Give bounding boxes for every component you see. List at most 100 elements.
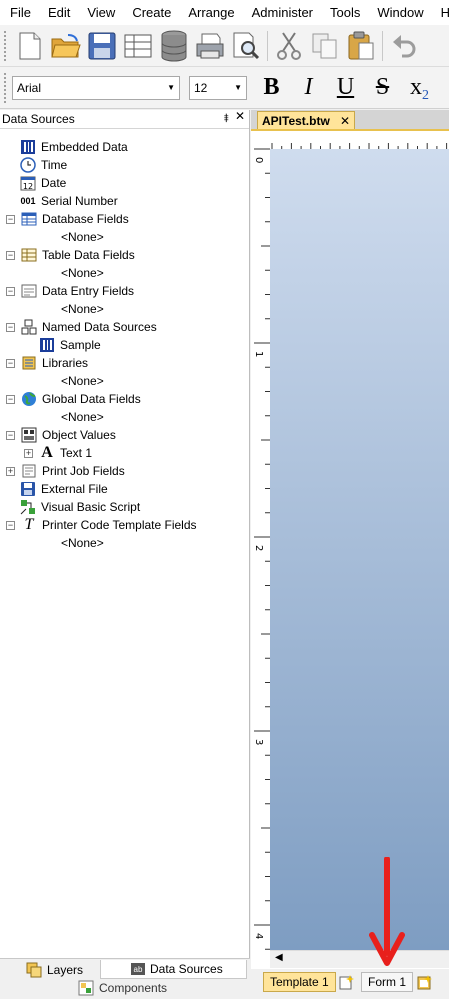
tree-item-print-job-fields[interactable]: + Print Job Fields: [6, 462, 125, 480]
menu-edit[interactable]: Edit: [38, 0, 77, 25]
add-template-icon[interactable]: [335, 972, 357, 992]
print-preview-icon[interactable]: [228, 28, 264, 64]
tab-form-1[interactable]: Form 1: [361, 972, 414, 992]
form-tabs-bar: Template 1 Form 1: [251, 969, 449, 999]
new-document-icon[interactable]: [12, 28, 48, 64]
ruler-label: 0: [254, 157, 264, 163]
tree-item-label: Visual Basic Script: [41, 500, 141, 514]
tree-item-label: Libraries: [42, 356, 89, 370]
tree-item-none[interactable]: <None>: [61, 264, 104, 282]
menu-arrange[interactable]: Arrange: [178, 0, 241, 25]
tree-item-label: Database Fields: [42, 212, 129, 226]
tree-item-label: Named Data Sources: [42, 320, 157, 334]
collapse-icon[interactable]: −: [6, 520, 15, 530]
tree-item-label: Embedded Data: [41, 140, 128, 154]
menu-administer[interactable]: Administer: [242, 0, 320, 25]
tree-item-sample[interactable]: Sample: [39, 336, 101, 354]
add-form-icon[interactable]: [413, 972, 435, 992]
horizontal-ruler: [270, 133, 449, 149]
tab-label: Layers: [47, 963, 84, 977]
tab-data-sources[interactable]: ab Data Sources: [100, 960, 247, 979]
tree-item-embedded-data[interactable]: Embedded Data: [20, 138, 128, 156]
menu-help[interactable]: Help: [431, 0, 449, 25]
collapse-icon[interactable]: −: [6, 286, 15, 296]
underline-button[interactable]: U: [327, 70, 364, 106]
tree-item-label: Object Values: [42, 428, 116, 442]
cut-icon[interactable]: [271, 28, 307, 64]
tree-item-none[interactable]: <None>: [61, 372, 104, 390]
collapse-icon[interactable]: −: [6, 430, 15, 440]
expand-icon[interactable]: +: [24, 448, 33, 458]
collapse-icon[interactable]: −: [6, 250, 15, 260]
page-setup-icon[interactable]: [120, 28, 156, 64]
tree-item-date[interactable]: 12 Date: [20, 174, 66, 192]
tree-item-database-fields[interactable]: − Database Fields: [6, 210, 129, 228]
close-icon[interactable]: ✕: [340, 114, 350, 128]
tree-item-none[interactable]: <None>: [61, 300, 104, 318]
tree-item-serial-number[interactable]: 001 Serial Number: [20, 192, 117, 210]
calendar-icon: 12: [20, 175, 36, 191]
standard-toolbar: [0, 25, 449, 67]
menu-file[interactable]: File: [0, 0, 38, 25]
tree-item-label: <None>: [61, 410, 104, 424]
tree-item-libraries[interactable]: − Libraries: [6, 354, 88, 372]
tree-item-label: Table Data Fields: [42, 248, 135, 262]
tree-item-named-data-sources[interactable]: − Named Data Sources: [6, 318, 157, 336]
tree-item-object-values[interactable]: − Object Values: [6, 426, 116, 444]
collapse-icon[interactable]: −: [6, 358, 15, 368]
menu-tools[interactable]: Tools: [320, 0, 367, 25]
tab-label: Components: [99, 981, 168, 995]
collapse-icon[interactable]: −: [6, 214, 15, 224]
toolbar-grip[interactable]: [4, 30, 7, 61]
tree-item-table-data-fields[interactable]: − Table Data Fields: [6, 246, 135, 264]
toolbar-grip[interactable]: [4, 72, 7, 103]
tree-item-label: <None>: [61, 230, 104, 244]
pin-icon[interactable]: ⯒: [224, 109, 229, 130]
close-icon[interactable]: ✕: [235, 109, 245, 130]
tab-document-apitest[interactable]: APITest.btw ✕: [257, 111, 355, 129]
tab-template-1[interactable]: Template 1: [263, 972, 336, 992]
database-icon[interactable]: [156, 28, 192, 64]
panel-header: Data Sources ⯒ ✕: [0, 109, 249, 130]
bold-button[interactable]: B: [253, 70, 290, 106]
tree-item-external-file[interactable]: External File: [20, 480, 108, 498]
tree-item-visual-basic-script[interactable]: Visual Basic Script: [20, 498, 140, 516]
expand-icon[interactable]: +: [6, 466, 15, 476]
menu-create[interactable]: Create: [122, 0, 178, 25]
scroll-left-icon[interactable]: ◀: [275, 952, 283, 963]
tree-item-label: Printer Code Template Fields: [42, 518, 197, 532]
paste-icon[interactable]: [343, 28, 379, 64]
tree-item-printer-code-template-fields[interactable]: − T Printer Code Template Fields: [6, 516, 197, 534]
save-icon[interactable]: [84, 28, 120, 64]
font-size-select[interactable]: 12 ▼: [189, 75, 247, 100]
copy-icon[interactable]: [307, 28, 343, 64]
tree-item-label: External File: [41, 482, 108, 496]
label-page[interactable]: [270, 149, 449, 950]
font-name-select[interactable]: Arial ▼: [12, 75, 180, 100]
subscript-button[interactable]: x2: [401, 70, 438, 106]
undo-icon[interactable]: [386, 28, 422, 64]
collapse-icon[interactable]: −: [6, 322, 15, 332]
horizontal-scrollbar[interactable]: ◀: [270, 950, 449, 968]
menu-view[interactable]: View: [77, 0, 122, 25]
tree-item-none[interactable]: <None>: [61, 228, 104, 246]
tree-item-none[interactable]: <None>: [61, 534, 104, 552]
embedded-data-icon: [39, 337, 55, 353]
tree-item-text-1[interactable]: + A Text 1: [24, 444, 92, 462]
print-icon[interactable]: [192, 28, 228, 64]
strikethrough-button[interactable]: S: [364, 70, 401, 106]
italic-button[interactable]: I: [290, 70, 327, 106]
tree-item-global-data-fields[interactable]: − Global Data Fields: [6, 390, 141, 408]
tree-item-time[interactable]: Time: [20, 156, 67, 174]
tab-components[interactable]: Components: [78, 980, 167, 996]
tree-item-data-entry-fields[interactable]: − Data Entry Fields: [6, 282, 134, 300]
tree-item-label: Data Entry Fields: [42, 284, 135, 298]
tab-layers[interactable]: Layers: [26, 962, 83, 978]
open-folder-icon[interactable]: [48, 28, 84, 64]
text-object-icon: A: [41, 444, 53, 461]
menu-window[interactable]: Window: [367, 0, 430, 25]
chevron-down-icon: ▼: [234, 83, 242, 92]
tree-item-none[interactable]: <None>: [61, 408, 104, 426]
collapse-icon[interactable]: −: [6, 394, 15, 404]
script-icon: [20, 499, 36, 515]
